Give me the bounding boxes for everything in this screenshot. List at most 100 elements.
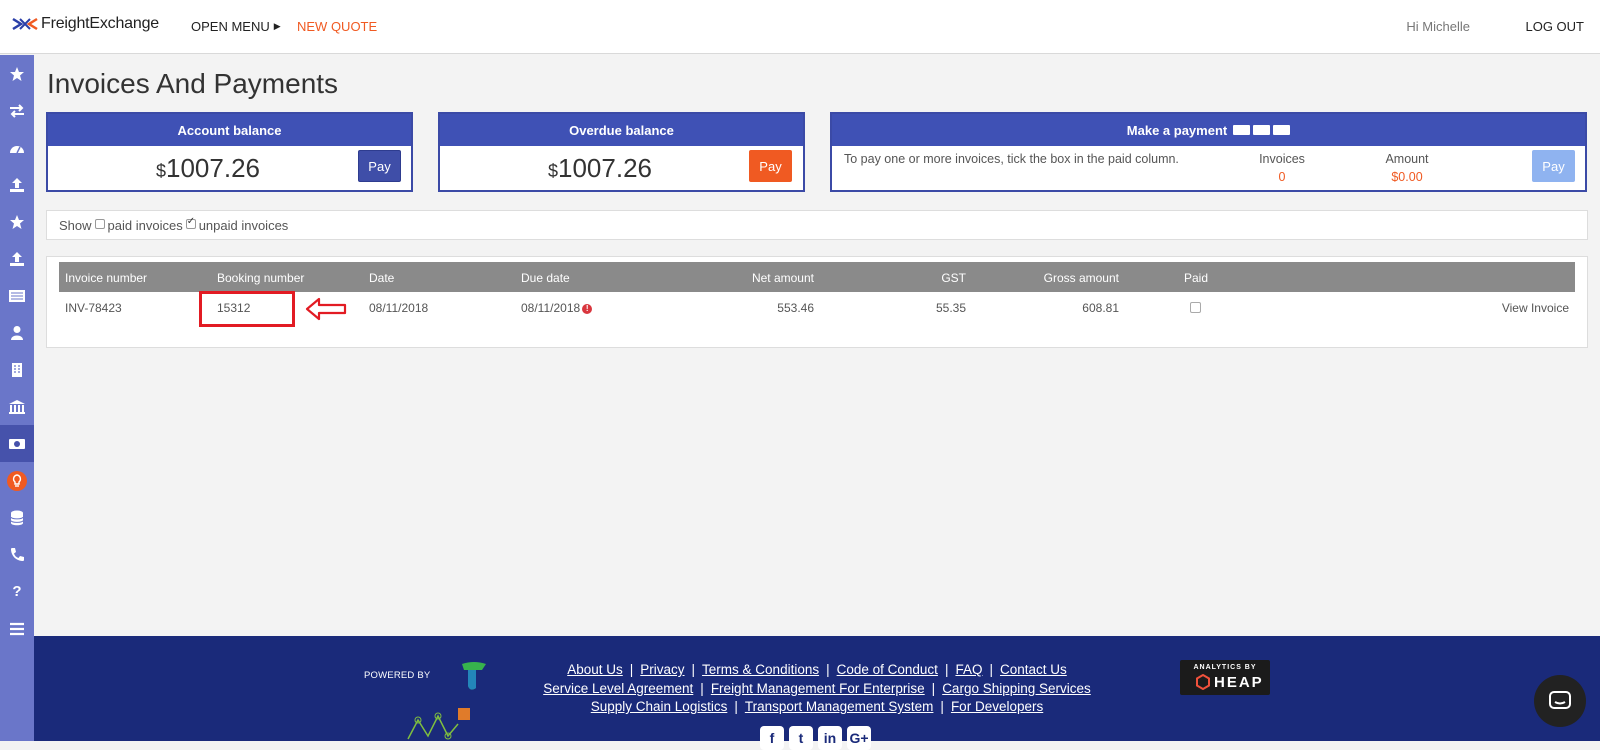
footer-link-sla[interactable]: Service Level Agreement [543, 681, 693, 696]
building-icon [12, 362, 22, 377]
money-icon [9, 438, 25, 449]
linkedin-icon[interactable]: in [818, 726, 842, 750]
sidebar-item-ideas[interactable] [0, 462, 34, 499]
brand-name: FreightExchange [41, 15, 159, 32]
twitter-icon[interactable]: t [789, 726, 813, 750]
left-arrow-annotation-icon [305, 297, 347, 321]
footer-links-row-3: Supply Chain Logistics | Transport Managem… [590, 699, 1044, 714]
footer-link-code-of-conduct[interactable]: Code of Conduct [837, 662, 938, 677]
unpaid-invoices-label[interactable]: unpaid invoices [199, 218, 289, 233]
account-balance-title: Account balance [48, 114, 411, 146]
google-plus-icon[interactable]: G+ [847, 726, 871, 750]
footer-link-terms[interactable]: Terms & Conditions [702, 662, 819, 677]
overdue-balance-amount: $1007.26 [548, 153, 652, 184]
list-icon [9, 289, 25, 302]
sidebar-item-contact[interactable] [0, 536, 34, 573]
currency-symbol: $ [156, 161, 167, 181]
star-icon [10, 66, 24, 81]
new-quote-link[interactable]: NEW QUOTE [297, 19, 377, 34]
sidebar-item-upload-2[interactable] [0, 240, 34, 277]
overdue-balance-pay-button[interactable]: Pay [749, 150, 792, 182]
sidebar-item-upload[interactable] [0, 166, 34, 203]
footer-link-enterprise[interactable]: Freight Management For Enterprise [711, 681, 925, 696]
invoice-date: 08/11/2018 [369, 301, 429, 315]
column-paid: Paid [1184, 271, 1209, 285]
question-icon: ? [12, 583, 22, 600]
sidebar-item-list[interactable] [0, 277, 34, 314]
social-links: f t in G+ [760, 726, 871, 750]
account-balance-card: Account balance $1007.26 Pay [46, 112, 413, 192]
footer-link-contact[interactable]: Contact Us [1000, 662, 1067, 677]
footer-link-supply-chain[interactable]: Supply Chain Logistics [591, 699, 728, 714]
column-invoice-number: Invoice number [65, 271, 148, 285]
footer-links-row-1: About Us | Privacy | Terms & Conditions | Code… [567, 662, 1067, 677]
payment-cards-icon [1233, 125, 1291, 135]
sidebar-item-saved[interactable] [0, 203, 34, 240]
sidebar-item-exchange[interactable] [0, 92, 34, 129]
footer-link-faq[interactable]: FAQ [955, 662, 982, 677]
user-icon [11, 325, 23, 340]
facebook-icon[interactable]: f [760, 726, 784, 750]
sidebar-item-company[interactable] [0, 351, 34, 388]
paid-invoices-label[interactable]: paid invoices [108, 218, 183, 233]
lightbulb-icon [7, 470, 27, 491]
amount-label: Amount [1385, 152, 1429, 166]
currency-symbol: $ [548, 161, 559, 181]
make-payment-header: Make a payment [832, 114, 1585, 146]
menu-icon [10, 622, 24, 635]
dashboard-icon [10, 145, 24, 153]
paid-invoices-checkbox[interactable] [94, 219, 105, 229]
sidebar-item-user[interactable] [0, 314, 34, 351]
sidebar-item-menu[interactable] [0, 610, 34, 647]
column-date: Date [369, 271, 395, 285]
sidebar-item-data[interactable] [0, 499, 34, 536]
sidebar-item-favourites[interactable] [0, 55, 34, 92]
caret-right-icon: ▶ [273, 21, 281, 31]
logo-icon [12, 17, 38, 31]
make-payment-pay-button[interactable]: Pay [1532, 150, 1575, 182]
overdue-alert-icon: ! [582, 303, 593, 314]
heap-name: HEAP [1214, 674, 1264, 691]
column-net-amount: Net amount [751, 271, 814, 285]
chat-icon [1549, 691, 1571, 709]
page-title: Invoices And Payments [47, 68, 339, 99]
top-bar: FreightExchange OPEN MENU ▶ NEW QUOTE Hi… [0, 0, 1600, 54]
sidebar-item-help[interactable]: ? [0, 573, 34, 610]
account-balance-value: 1007.26 [166, 153, 260, 183]
table-header: Invoice number Booking number Date Due d… [59, 262, 1575, 292]
brand-logo[interactable]: FreightExchange [12, 15, 159, 33]
invoices-label: Invoices [1259, 152, 1305, 166]
selected-amount: Amount $0.00 [1367, 150, 1447, 186]
invoices-value: 0 [1278, 170, 1286, 184]
heap-top-text: ANALYTICS BY [1193, 664, 1257, 671]
due-date: 08/11/2018 [521, 301, 581, 315]
heap-analytics-badge[interactable]: ANALYTICS BY HEAP [1180, 660, 1270, 695]
sidebar: ? [0, 55, 34, 741]
account-balance-pay-button[interactable]: Pay [358, 150, 401, 182]
make-payment-title: Make a payment [1126, 122, 1228, 138]
open-menu-label: OPEN MENU [191, 19, 270, 34]
amount-value: $0.00 [1391, 170, 1423, 184]
open-menu-button[interactable]: OPEN MENU ▶ [191, 19, 281, 34]
gross-amount: 608.81 [1082, 301, 1119, 315]
sidebar-item-dashboard[interactable] [0, 129, 34, 166]
footer-link-about[interactable]: About Us [567, 662, 623, 677]
paid-checkbox[interactable] [1190, 302, 1201, 313]
unpaid-invoices-checkbox[interactable] [185, 216, 196, 229]
footer-link-developers[interactable]: For Developers [951, 699, 1043, 714]
view-invoice-link[interactable]: View Invoice [1459, 301, 1569, 315]
footer-link-cargo[interactable]: Cargo Shipping Services [942, 681, 1091, 696]
overdue-balance-title: Overdue balance [440, 114, 803, 146]
invoice-number: INV-78423 [65, 301, 122, 315]
footer: POWERED BY About Us | Privacy | Terms & Cond… [34, 636, 1600, 750]
gst-amount: 55.35 [935, 301, 966, 315]
upload-icon [10, 251, 24, 266]
footer-link-tms[interactable]: Transport Management System [745, 699, 934, 714]
chat-button[interactable] [1534, 675, 1586, 727]
footer-links: About Us | Privacy | Terms & Conditions | Code… [34, 661, 1600, 717]
footer-link-privacy[interactable]: Privacy [640, 662, 684, 677]
logout-link[interactable]: LOG OUT [1525, 19, 1584, 34]
sidebar-item-invoices[interactable] [0, 425, 34, 462]
sidebar-item-bank[interactable] [0, 388, 34, 425]
user-greeting: Hi Michelle [1406, 19, 1470, 34]
